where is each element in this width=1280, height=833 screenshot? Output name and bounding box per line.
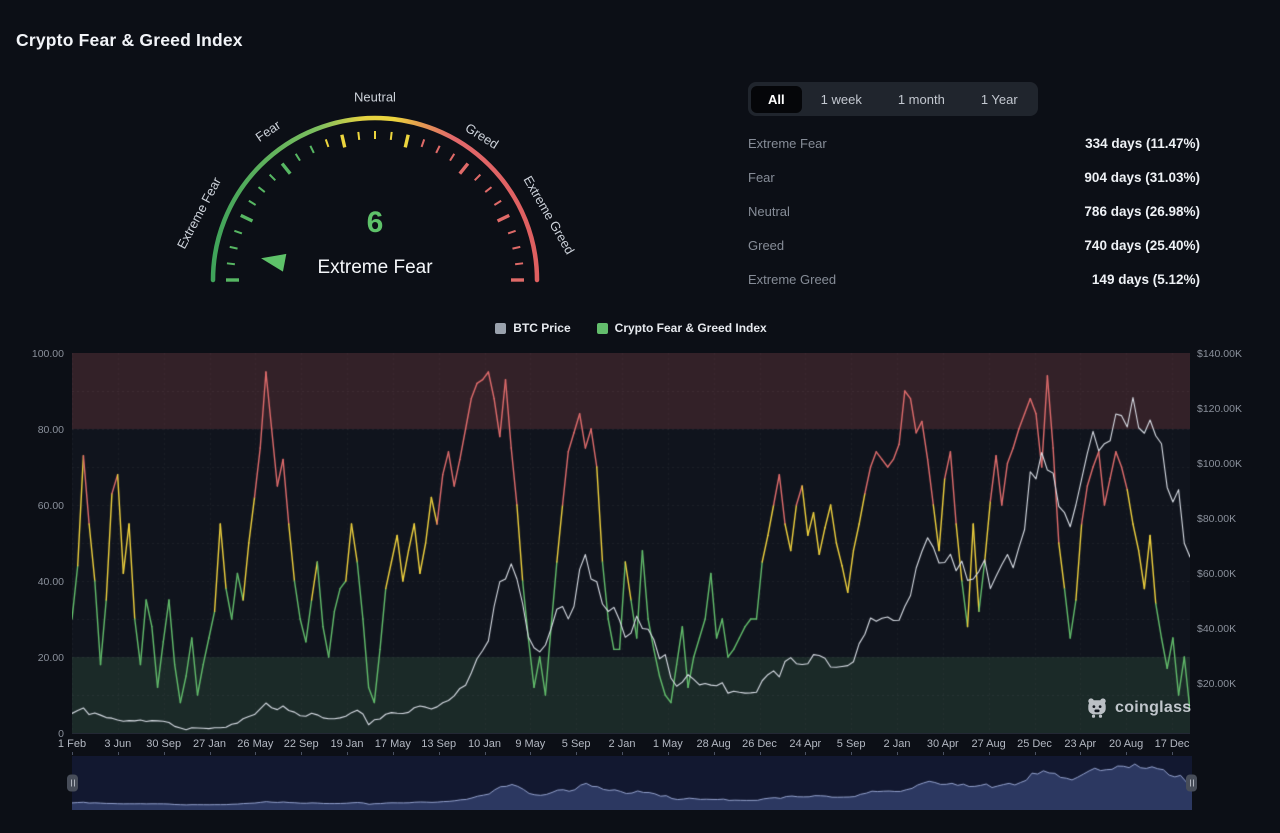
x-axis-label: 19 Jan — [330, 738, 363, 750]
coinglass-watermark: coinglass — [1086, 697, 1192, 719]
chart-navigator[interactable] — [72, 756, 1192, 810]
tab-1-week[interactable]: 1 week — [804, 86, 879, 113]
fear-greed-gauge: 6 Extreme Fear Extreme Fear Fear Neutral… — [140, 80, 610, 310]
x-axis-line — [72, 733, 1190, 734]
legend-label: BTC Price — [513, 321, 570, 335]
left-axis-label: 100.00 — [2, 348, 64, 360]
x-axis-label: 26 Dec — [742, 738, 777, 750]
tab-1-month[interactable]: 1 month — [881, 86, 962, 113]
watermark-label: coinglass — [1115, 699, 1192, 717]
stat-value: 740 days (25.40%) — [1084, 238, 1200, 253]
x-axis-label: 26 May — [237, 738, 273, 750]
x-axis-label: 13 Sep — [421, 738, 456, 750]
stat-label: Greed — [748, 238, 784, 253]
x-axis-label: 1 Feb — [58, 738, 86, 750]
right-axis-label: $120.00K — [1197, 403, 1242, 415]
stat-label: Extreme Greed — [748, 272, 836, 287]
chart-legend: BTC Price Crypto Fear & Greed Index — [72, 321, 1190, 335]
right-axis-label: $20.00K — [1197, 678, 1236, 690]
left-axis-label: 60.00 — [2, 500, 64, 512]
x-axis-label: 20 Aug — [1109, 738, 1143, 750]
fear-greed-swatch-icon — [597, 323, 608, 334]
left-axis-label: 0 — [2, 728, 64, 740]
legend-item-btc-price[interactable]: BTC Price — [495, 321, 570, 335]
stat-row-extreme-greed: Extreme Greed 149 days (5.12%) — [748, 262, 1200, 296]
stat-label: Extreme Fear — [748, 136, 827, 151]
x-axis-label: 24 Apr — [789, 738, 821, 750]
left-axis-label: 20.00 — [2, 652, 64, 664]
x-axis-label: 25 Dec — [1017, 738, 1052, 750]
x-axis-label: 17 Dec — [1155, 738, 1190, 750]
x-axis-label: 5 Sep — [562, 738, 591, 750]
navigator-right-handle[interactable] — [1186, 775, 1197, 792]
stat-row-fear: Fear 904 days (31.03%) — [748, 160, 1200, 194]
gauge-value: 6 — [367, 206, 384, 239]
stat-value: 786 days (26.98%) — [1084, 204, 1200, 219]
x-axis-label: 30 Apr — [927, 738, 959, 750]
stat-row-extreme-fear: Extreme Fear 334 days (11.47%) — [748, 126, 1200, 160]
left-axis-label: 80.00 — [2, 424, 64, 436]
stat-label: Neutral — [748, 204, 790, 219]
left-axis-label: 40.00 — [2, 576, 64, 588]
page-title: Crypto Fear & Greed Index — [16, 30, 243, 51]
x-axis-label: 30 Sep — [146, 738, 181, 750]
right-axis-label: $40.00K — [1197, 623, 1236, 635]
x-axis-label: 2 Jan — [884, 738, 911, 750]
stat-label: Fear — [748, 170, 775, 185]
navigator-left-handle[interactable] — [67, 775, 78, 792]
stat-row-greed: Greed 740 days (25.40%) — [748, 228, 1200, 262]
x-axis-label: 27 Jan — [193, 738, 226, 750]
fear-greed-btc-chart[interactable] — [72, 353, 1190, 733]
x-axis-label: 9 May — [515, 738, 545, 750]
right-axis-label: $140.00K — [1197, 348, 1242, 360]
x-axis-label: 23 Apr — [1064, 738, 1096, 750]
right-axis-label: $60.00K — [1197, 568, 1236, 580]
right-axis-label: $100.00K — [1197, 458, 1242, 470]
tab-all[interactable]: All — [751, 86, 802, 113]
stat-row-neutral: Neutral 786 days (26.98%) — [748, 194, 1200, 228]
navigator-area-chart[interactable] — [72, 756, 1192, 810]
gauge-label-neutral: Neutral — [354, 90, 396, 105]
legend-item-fear-greed[interactable]: Crypto Fear & Greed Index — [597, 321, 767, 335]
time-range-tabs: All 1 week 1 month 1 Year — [748, 82, 1038, 116]
x-axis-label: 3 Jun — [104, 738, 131, 750]
x-axis-label: 5 Sep — [837, 738, 866, 750]
gauge-classification: Extreme Fear — [317, 257, 433, 278]
x-axis-label: 17 May — [375, 738, 411, 750]
x-axis-label: 22 Sep — [284, 738, 319, 750]
right-axis-label: $80.00K — [1197, 513, 1236, 525]
stat-value: 334 days (11.47%) — [1085, 136, 1200, 151]
legend-label: Crypto Fear & Greed Index — [615, 321, 767, 335]
x-axis-label: 27 Aug — [972, 738, 1006, 750]
stat-value: 149 days (5.12%) — [1092, 272, 1200, 287]
crypto-fear-greed-page: Crypto Fear & Greed Index 6 Extreme Fear — [0, 0, 1280, 833]
coinglass-logo-icon — [1086, 697, 1108, 719]
x-axis-label: 28 Aug — [697, 738, 731, 750]
tab-1-year[interactable]: 1 Year — [964, 86, 1035, 113]
x-axis-label: 2 Jan — [609, 738, 636, 750]
stat-value: 904 days (31.03%) — [1084, 170, 1200, 185]
x-axis-label: 1 May — [653, 738, 683, 750]
fear-greed-stats-list: Extreme Fear 334 days (11.47%) Fear 904 … — [748, 126, 1200, 296]
gauge-pointer — [261, 254, 286, 272]
x-axis-label: 10 Jan — [468, 738, 501, 750]
btc-price-swatch-icon — [495, 323, 506, 334]
